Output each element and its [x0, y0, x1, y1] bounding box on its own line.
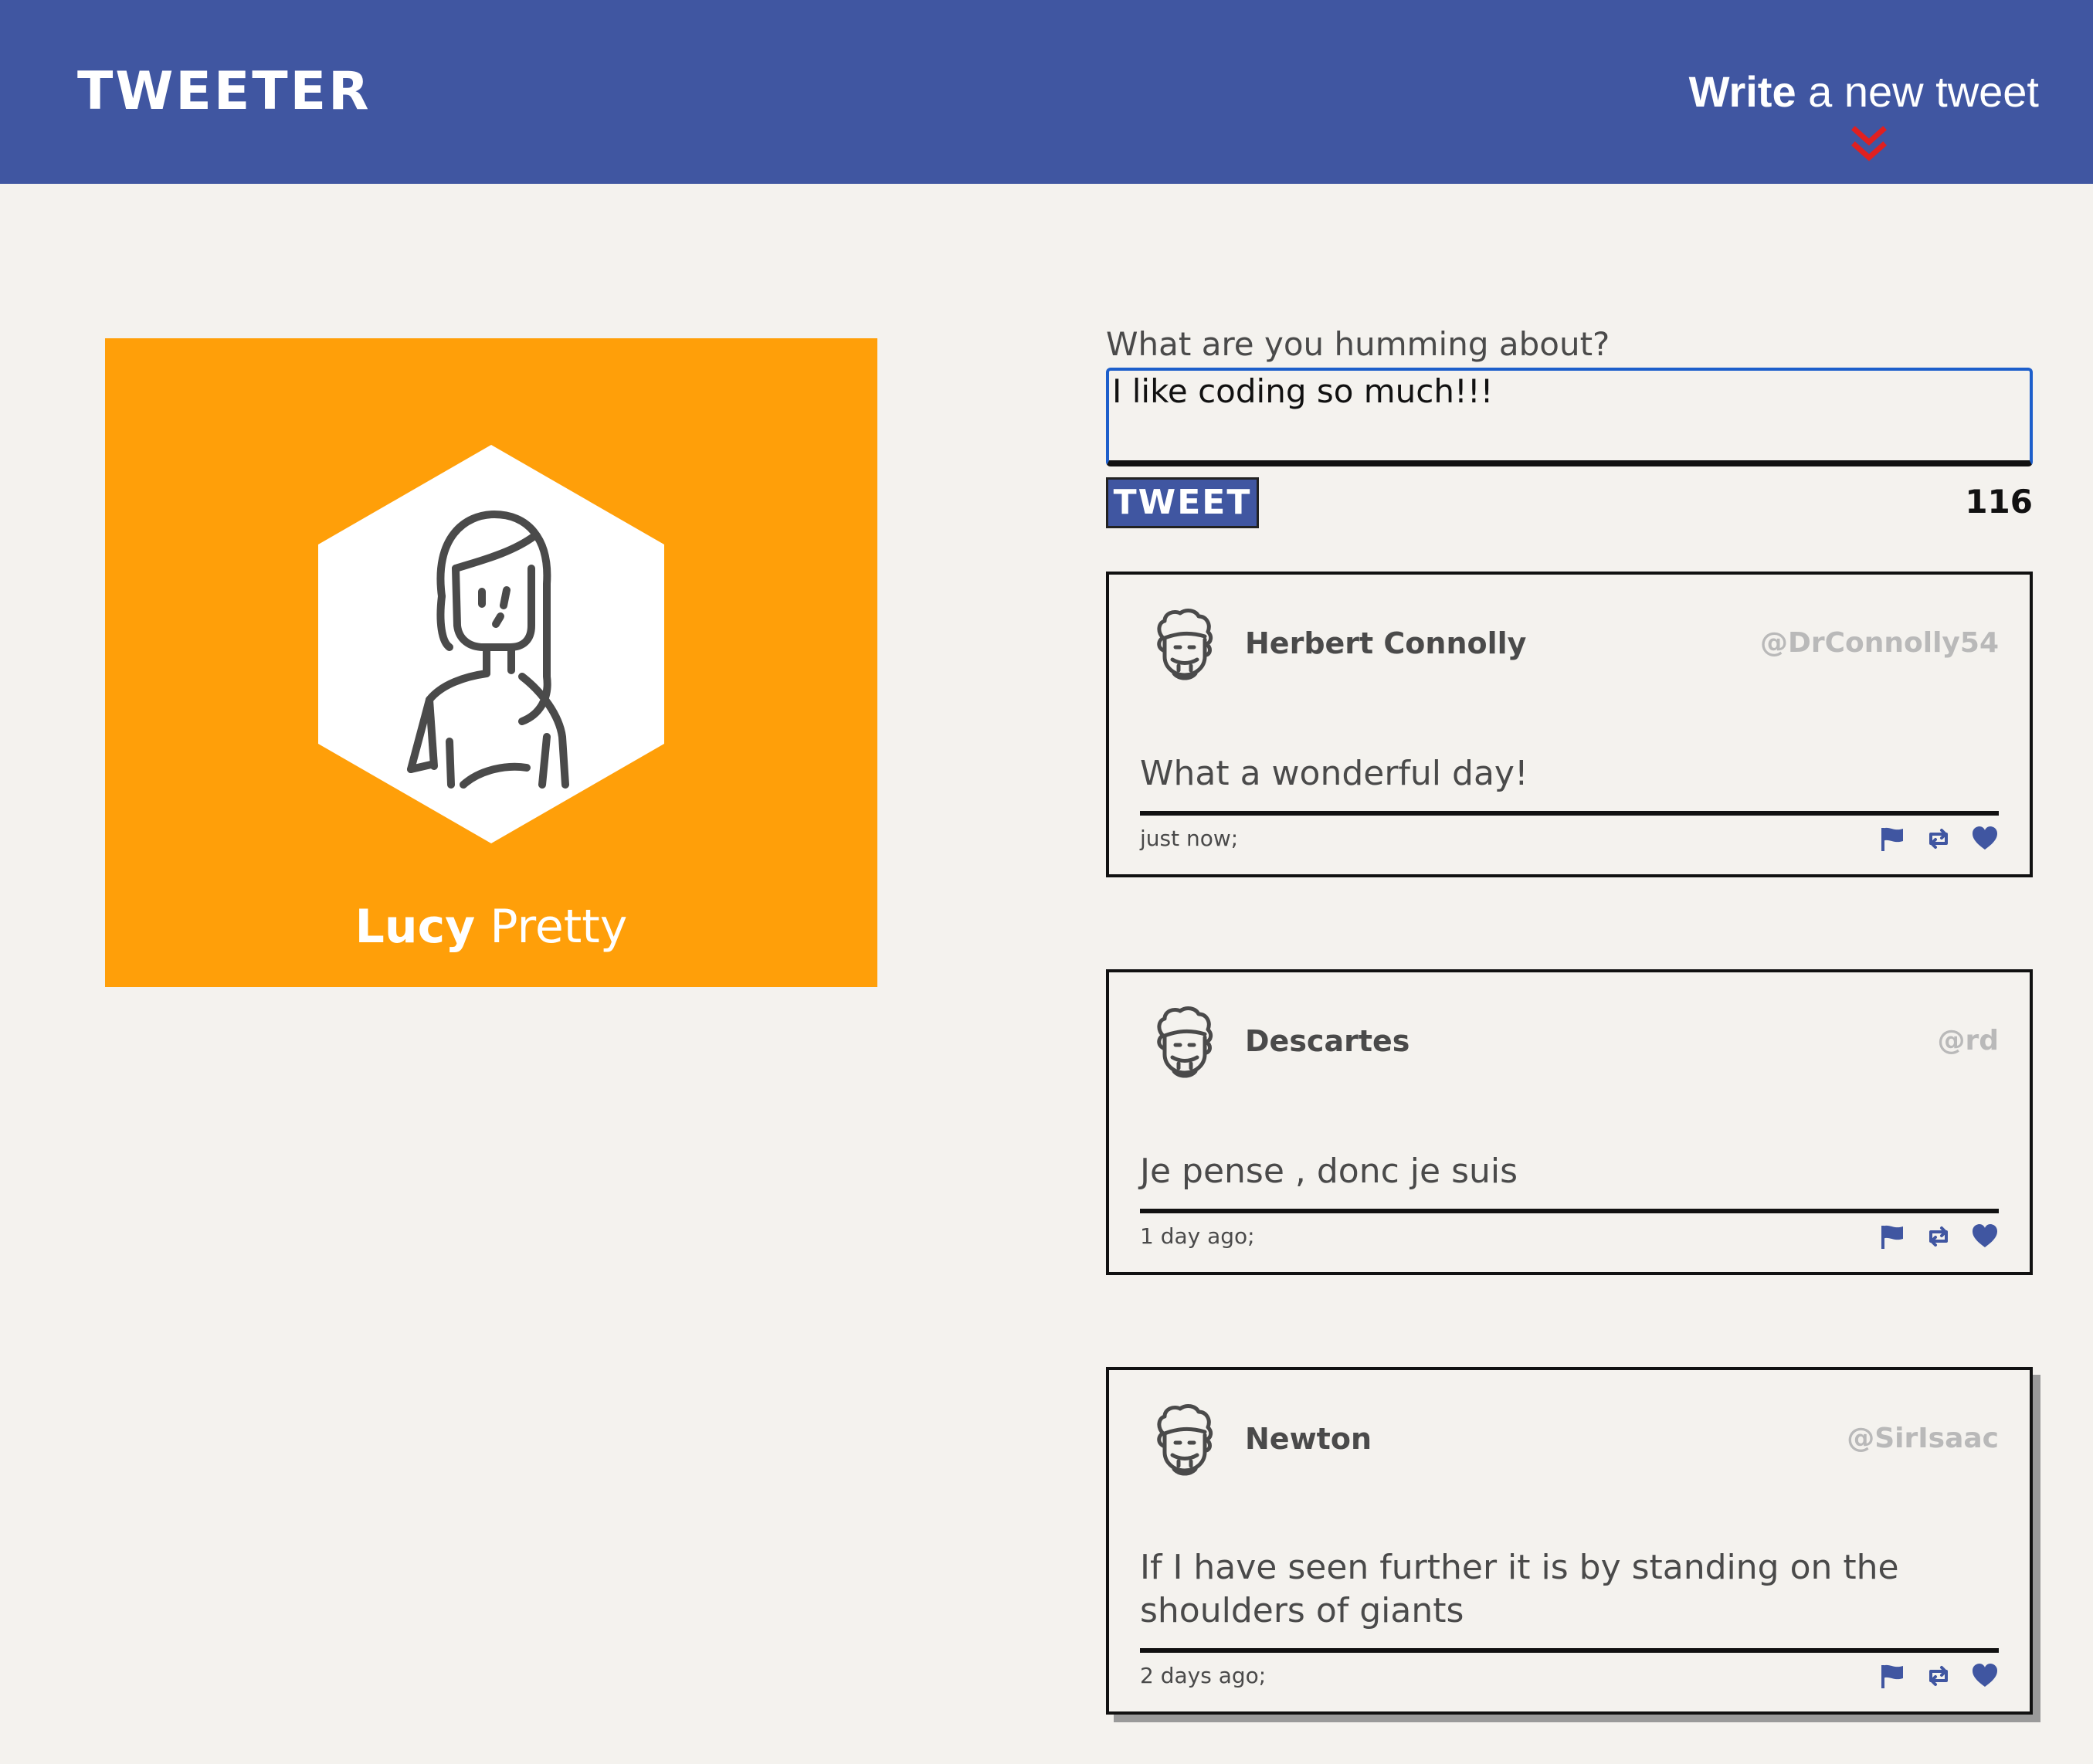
male-avatar-icon: [1157, 1404, 1213, 1476]
tweet-card: Newton @SirIsaac If I have seen further …: [1106, 1367, 2033, 1715]
brand-logo[interactable]: TWEETER: [77, 59, 371, 125]
heart-icon[interactable]: [1971, 1223, 1999, 1250]
male-avatar-icon: [1157, 1006, 1213, 1078]
character-counter: 116: [1965, 483, 2033, 521]
tweet-author-name: Herbert Connolly: [1245, 626, 1527, 660]
write-label: Write: [1688, 67, 1796, 116]
tweet-text: Je pense , donc je suis: [1140, 1152, 1518, 1191]
flag-icon[interactable]: [1878, 1662, 1906, 1690]
double-chevron-down-icon[interactable]: [1849, 125, 1889, 165]
profile-card: Lucy Pretty: [105, 338, 877, 987]
retweet-icon[interactable]: [1925, 1223, 1952, 1250]
compose-actions: TWEET 116: [1106, 477, 2033, 531]
profile-name: Lucy Pretty: [105, 896, 877, 958]
tweet-author-name: Descartes: [1245, 1024, 1410, 1058]
profile-last-name: Pretty: [490, 900, 628, 954]
flag-icon[interactable]: [1878, 1223, 1906, 1250]
tweet-submit-button[interactable]: TWEET: [1106, 477, 1259, 528]
compose-label: What are you humming about?: [1106, 325, 1610, 363]
tweet-timestamp: 1 day ago;: [1140, 1223, 1255, 1249]
write-new-tweet-toggle[interactable]: Write a new tweet: [1689, 59, 2039, 125]
tweet-author-handle: @SirIsaac: [1847, 1423, 1999, 1454]
flag-icon[interactable]: [1878, 825, 1906, 853]
heart-icon[interactable]: [1971, 1662, 1999, 1690]
female-avatar-icon: [318, 445, 664, 843]
tweet-author-handle: @rd: [1937, 1025, 1999, 1057]
tweet-actions: [1860, 1221, 1999, 1252]
retweet-icon[interactable]: [1925, 1662, 1952, 1690]
tweet-text-input[interactable]: [1106, 368, 2033, 466]
tweet-timestamp: just now;: [1140, 826, 1239, 851]
tweet-text: If I have seen further it is by standing…: [1140, 1548, 1899, 1630]
tweet-footer: just now;: [1140, 811, 1999, 863]
retweet-icon[interactable]: [1925, 825, 1952, 853]
tweet-timestamp: 2 days ago;: [1140, 1663, 1267, 1688]
profile-first-name: Lucy: [354, 900, 476, 954]
tweet-text: What a wonderful day!: [1140, 754, 1528, 793]
heart-icon[interactable]: [1971, 825, 1999, 853]
tweet-author-name: Newton: [1245, 1422, 1372, 1456]
tweet-footer: 2 days ago;: [1140, 1648, 1999, 1701]
compose-tweet-form: What are you humming about? TWEET 116: [1106, 323, 2033, 531]
male-avatar-icon: [1157, 609, 1213, 680]
tweet-card: Herbert Connolly @DrConnolly54 What a wo…: [1106, 572, 2033, 877]
tweet-card: Descartes @rd Je pense , donc je suis 1 …: [1106, 969, 2033, 1275]
tweet-actions: [1860, 823, 1999, 854]
tweet-footer: 1 day ago;: [1140, 1209, 1999, 1261]
top-nav: TWEETER Write a new tweet: [0, 0, 2093, 184]
tweet-author-handle: @DrConnolly54: [1759, 627, 1999, 659]
tweet-actions: [1860, 1661, 1999, 1691]
new-tweet-label: a new tweet: [1796, 67, 2039, 116]
